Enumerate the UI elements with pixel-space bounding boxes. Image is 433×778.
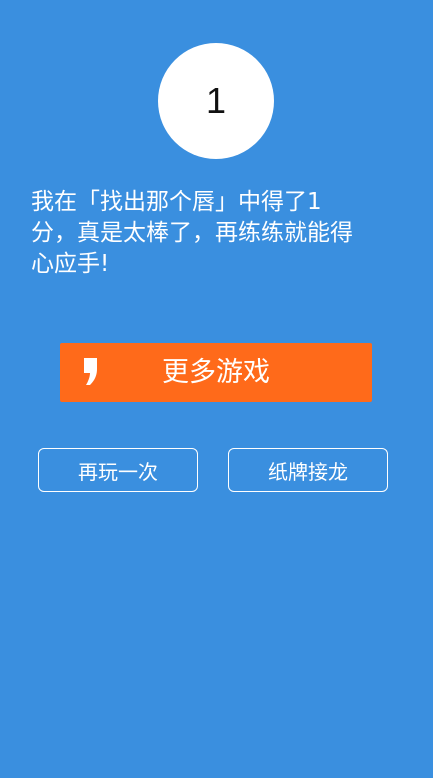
more-games-label: 更多游戏	[162, 357, 270, 388]
score-value: 1	[205, 80, 227, 121]
more-games-button[interactable]: 更多游戏	[60, 343, 372, 402]
replay-button[interactable]: 再玩一次	[38, 448, 198, 492]
score-circle: 1	[158, 43, 274, 159]
comma-logo-icon	[80, 356, 102, 390]
result-message: 我在「找出那个唇」中得了1 分，真是太棒了，再练练就能得 心应手!	[31, 189, 353, 277]
solitaire-button[interactable]: 纸牌接龙	[228, 448, 388, 492]
